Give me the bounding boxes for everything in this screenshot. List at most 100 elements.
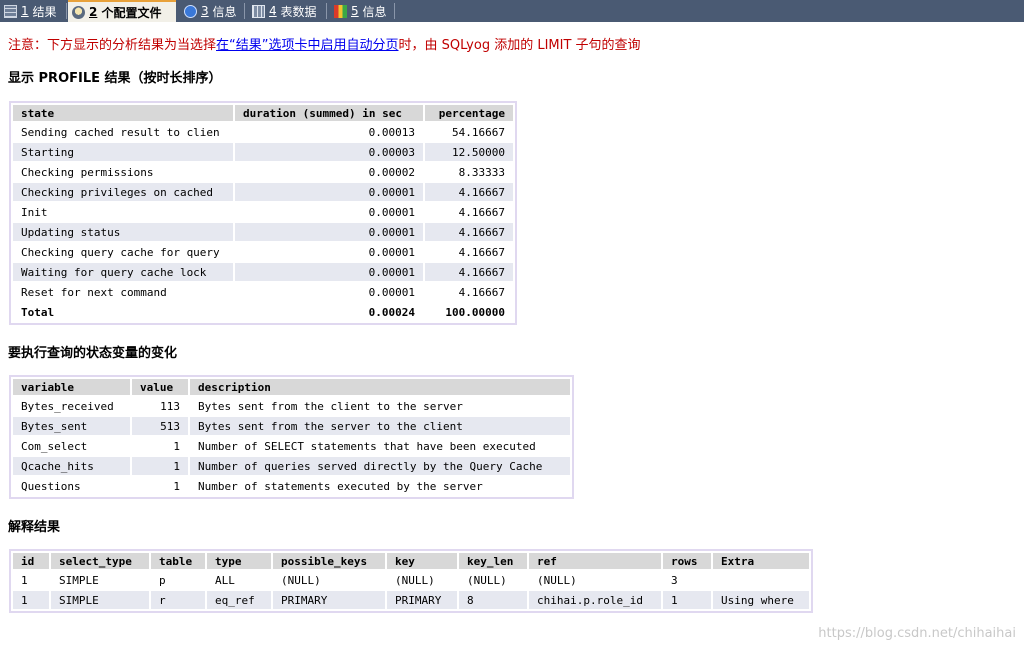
- cell-description: Number of statements executed by the ser…: [198, 479, 483, 493]
- tab-table-data-number: 4: [269, 4, 277, 18]
- cell-table: r: [151, 591, 205, 609]
- cell-state: Total: [21, 305, 55, 319]
- table-row: Updating status 0.00001 4.16667: [13, 223, 513, 241]
- table-row: Checking permissions 0.00002 8.33333: [13, 163, 513, 181]
- col-header-rows: rows: [663, 553, 711, 569]
- tab-profile-number: 2: [89, 5, 98, 19]
- cell-state: Checking query cache for query: [21, 245, 220, 259]
- tab-history-label: 信息: [362, 4, 387, 19]
- cell-description: Number of queries served directly by the…: [190, 457, 570, 475]
- col-header-type: type: [207, 553, 271, 569]
- profile-table-frame: state duration (summed) in sec percentag…: [9, 101, 517, 325]
- explain-table: id select_type table type possible_keys …: [11, 551, 811, 611]
- result-tab-bar: 1 结果 2 个配置文件 3 信息 4 表数据 5 信息: [0, 0, 1024, 22]
- cell-state: Waiting for query cache lock: [13, 263, 233, 281]
- cell-duration: 0.00003: [235, 143, 423, 161]
- tab-separator: [66, 3, 67, 19]
- profile-icon: [72, 5, 85, 19]
- history-icon: [334, 4, 347, 18]
- cell-variable: Bytes_sent: [13, 417, 130, 435]
- table-row: Com_select 1 Number of SELECT statements t…: [13, 437, 570, 455]
- tab-profile-label: 个配置文件: [101, 5, 162, 20]
- table-row: 1 SIMPLE p ALL (NULL) (NULL) (NULL) (NUL…: [13, 571, 809, 589]
- table-row: Waiting for query cache lock 0.00001 4.166…: [13, 263, 513, 281]
- col-header-value: value: [132, 379, 188, 395]
- cell-duration: 0.00024: [368, 305, 415, 319]
- col-header-possible-keys: possible_keys: [273, 553, 385, 569]
- notice-suffix: 时，由 SQLyog 添加的 LIMIT 子句的查询: [398, 38, 641, 53]
- cell-percentage: 4.16667: [425, 223, 513, 241]
- status-heading: 要执行查询的状态变量的变化: [8, 346, 178, 361]
- cell-description: Bytes sent from the client to the server: [198, 399, 463, 413]
- cell-percentage: 100.00000: [445, 305, 505, 319]
- table-row: Questions 1 Number of statements executed …: [13, 477, 570, 495]
- tab-history[interactable]: 5 信息: [330, 0, 392, 22]
- cell-state: Starting: [13, 143, 233, 161]
- cell-extra: Using where: [713, 591, 809, 609]
- tab-info-label: 信息: [212, 4, 237, 19]
- cell-variable: Questions: [21, 479, 81, 493]
- cell-percentage: 4.16667: [458, 205, 505, 219]
- enable-pagination-link[interactable]: 在“结果”选项卡中启用自动分页: [216, 38, 398, 53]
- table-row: Checking privileges on cached 0.00001 4.16…: [13, 183, 513, 201]
- cell-select-type: SIMPLE: [59, 573, 99, 587]
- pagination-notice: 注意：下方显示的分析结果为当选择在“结果”选项卡中启用自动分页时，由 SQLyo…: [8, 34, 641, 53]
- cell-ref: (NULL): [537, 573, 577, 587]
- table-row-total: Total 0.00024 100.00000: [13, 303, 513, 321]
- col-header-key: key: [387, 553, 457, 569]
- watermark: https://blog.csdn.net/chihaihai: [818, 626, 1016, 641]
- cell-percentage: 4.16667: [458, 285, 505, 299]
- cell-state: Updating status: [13, 223, 233, 241]
- tab-table-data[interactable]: 4 表数据: [248, 0, 324, 22]
- table-row: 1 SIMPLE r eq_ref PRIMARY PRIMARY 8 chih…: [13, 591, 809, 609]
- col-header-description: description: [190, 379, 570, 395]
- tab-results[interactable]: 1 结果: [0, 0, 64, 22]
- cell-select-type: SIMPLE: [51, 591, 149, 609]
- cell-value: 1: [132, 457, 188, 475]
- col-header-extra: Extra: [713, 553, 809, 569]
- cell-key-len: (NULL): [467, 573, 507, 587]
- cell-percentage: 4.16667: [458, 245, 505, 259]
- cell-state: Checking permissions: [21, 165, 154, 179]
- cell-duration: 0.00001: [235, 263, 423, 281]
- cell-percentage: 8.33333: [458, 165, 505, 179]
- tab-profile[interactable]: 2 个配置文件: [68, 0, 176, 22]
- cell-state: Init: [21, 205, 48, 219]
- cell-variable: Qcache_hits: [13, 457, 130, 475]
- cell-duration: 0.00013: [368, 125, 415, 139]
- table-row: Bytes_received 113 Bytes sent from the cli…: [13, 397, 570, 415]
- cell-state: Sending cached result to clien: [21, 125, 220, 139]
- cell-extra: [713, 571, 809, 589]
- cell-state: Reset for next command: [21, 285, 167, 299]
- cell-duration: 0.00001: [368, 205, 415, 219]
- col-header-state: state: [13, 105, 233, 121]
- profile-table: state duration (summed) in sec percentag…: [11, 103, 515, 323]
- cell-value: 113: [160, 399, 180, 413]
- tab-separator: [394, 3, 395, 19]
- cell-possible-keys: (NULL): [281, 573, 321, 587]
- cell-duration: 0.00002: [368, 165, 415, 179]
- col-header-ref: ref: [529, 553, 661, 569]
- cell-type: ALL: [215, 573, 235, 587]
- notice-prefix: 注意：下方显示的分析结果为当选择: [8, 38, 217, 53]
- table-row: Init 0.00001 4.16667: [13, 203, 513, 221]
- table-row: Starting 0.00003 12.50000: [13, 143, 513, 161]
- tab-info[interactable]: 3 信息: [180, 0, 242, 22]
- tab-separator: [244, 3, 245, 19]
- cell-key-len: 8: [459, 591, 527, 609]
- cell-duration: 0.00001: [368, 245, 415, 259]
- cell-percentage: 54.16667: [452, 125, 505, 139]
- tab-results-label: 结果: [32, 4, 57, 19]
- grid-icon: [4, 4, 17, 18]
- cell-value: 1: [173, 439, 180, 453]
- cell-rows: 3: [671, 573, 678, 587]
- cell-rows: 1: [663, 591, 711, 609]
- cell-type: eq_ref: [207, 591, 271, 609]
- cell-variable: Bytes_received: [21, 399, 114, 413]
- cell-duration: 0.00001: [368, 285, 415, 299]
- profile-heading: 显示 PROFILE 结果（按时长排序）: [8, 71, 222, 86]
- cell-variable: Com_select: [21, 439, 88, 453]
- cell-value: 1: [173, 479, 180, 493]
- status-table: variable value description Bytes_receive…: [11, 377, 572, 497]
- col-header-id: id: [13, 553, 49, 569]
